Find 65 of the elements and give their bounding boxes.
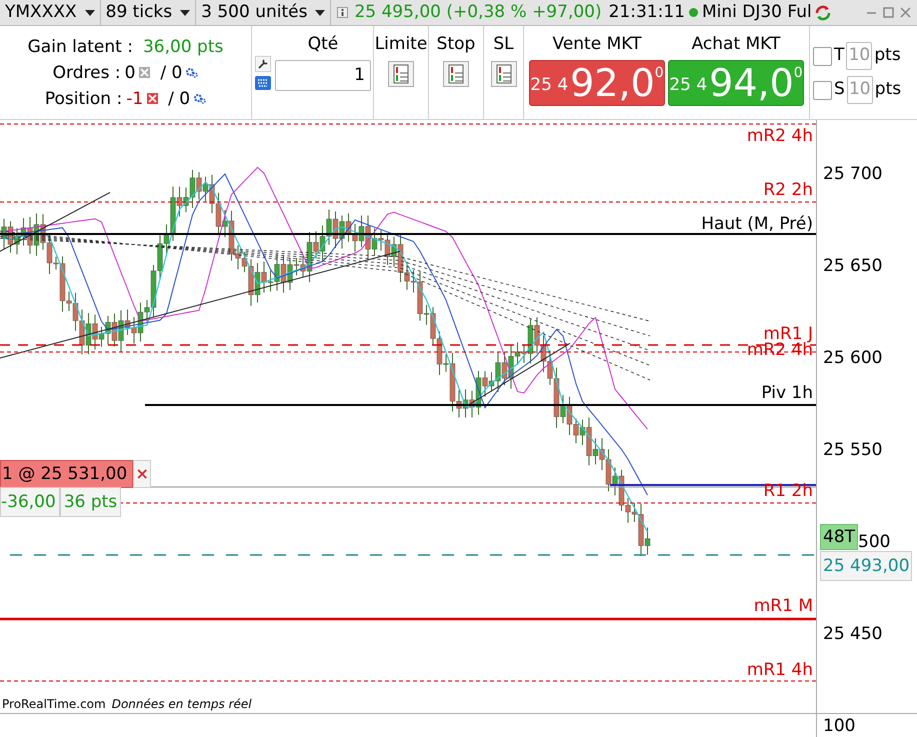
close-icon[interactable] [900,7,911,18]
orders-label: Ordres : [52,62,121,84]
close-button[interactable]: × [133,460,152,488]
caret-icon [84,10,95,16]
pnl-value: -36,00 [0,487,60,517]
quantity-input[interactable]: 1 [275,60,371,90]
order-type-icon[interactable] [443,60,469,86]
gain-value: 36,00 pts [142,36,224,58]
unit-label: pts [874,44,901,68]
level-label: mR1 4h [746,660,813,680]
option-label: T [834,44,844,68]
cancel-icon[interactable] [147,93,158,104]
option-label: S [834,78,845,102]
order-type-label: Limite [374,33,428,56]
position-count: -1 [126,88,144,110]
dropdown[interactable]: 89 ticks [100,0,196,26]
dropdown[interactable]: YMXXXX [0,0,101,26]
quantity-label: Qté [308,33,338,56]
position-count: / 0 [168,88,190,110]
gain-label: Gain latent : [28,36,133,58]
data-note-text: Données en temps réel [112,697,252,711]
price-tick: 500 [858,532,890,552]
level-label: R1 2h [763,481,813,501]
time-text: 21:31:11 [608,0,685,24]
price-tick: 25 600 [823,348,882,368]
caret-icon [180,10,190,16]
quote-text: 25 495,00 (+0,38 % +97,00) [354,0,602,24]
source-text: ProRealTime.com [2,697,106,711]
order-type-icon[interactable] [490,60,516,86]
caret-icon [315,10,326,16]
status-dot-icon [688,8,698,17]
gear-icon[interactable] [186,68,198,78]
level-label: Haut (M, Pré) [701,214,813,234]
price-tick: 25 450 [823,624,882,644]
dropdown[interactable]: 3 500 unités [196,0,332,26]
price-tick: 25 550 [823,440,882,460]
order-type-label: Stop [436,33,476,56]
info-icon[interactable] [337,7,348,18]
lower-pane-tick: 100 [823,716,856,736]
level-label: R2 2h [763,180,813,200]
wrench-icon[interactable] [255,56,271,72]
order-type-icon[interactable] [388,60,414,86]
maximize-icon[interactable] [883,7,894,18]
unit-label: pts [874,78,902,102]
sell-label: Vente MKT [552,33,642,56]
buy-label: Achat MKT [692,33,780,56]
instrument-name: Mini DJ30 Ful [702,0,812,24]
refresh-icon[interactable] [814,4,832,22]
gear-icon[interactable] [194,94,206,104]
level-label: mR2 4h [746,126,813,146]
points-value: 36 pts [60,487,122,517]
orders-count: / 0 [160,62,182,84]
checkbox[interactable] [813,80,832,100]
keyboard-icon[interactable] [255,76,271,90]
price-tick: 25 700 [823,164,882,184]
position-label: Position : [44,88,122,110]
orders-count: 0 [124,62,136,84]
tick-count-badge: 48T [820,524,858,550]
checkbox[interactable] [813,46,832,66]
order-type-label: SL [493,33,514,56]
level-label: Piv 1h [761,383,813,403]
price-tick: 25 650 [823,256,882,276]
order-tag[interactable]: 1 @ 25 531,00 [0,460,134,488]
level-label: mR1 M [754,596,813,616]
last-price-label: 25 493,00 [820,551,912,581]
